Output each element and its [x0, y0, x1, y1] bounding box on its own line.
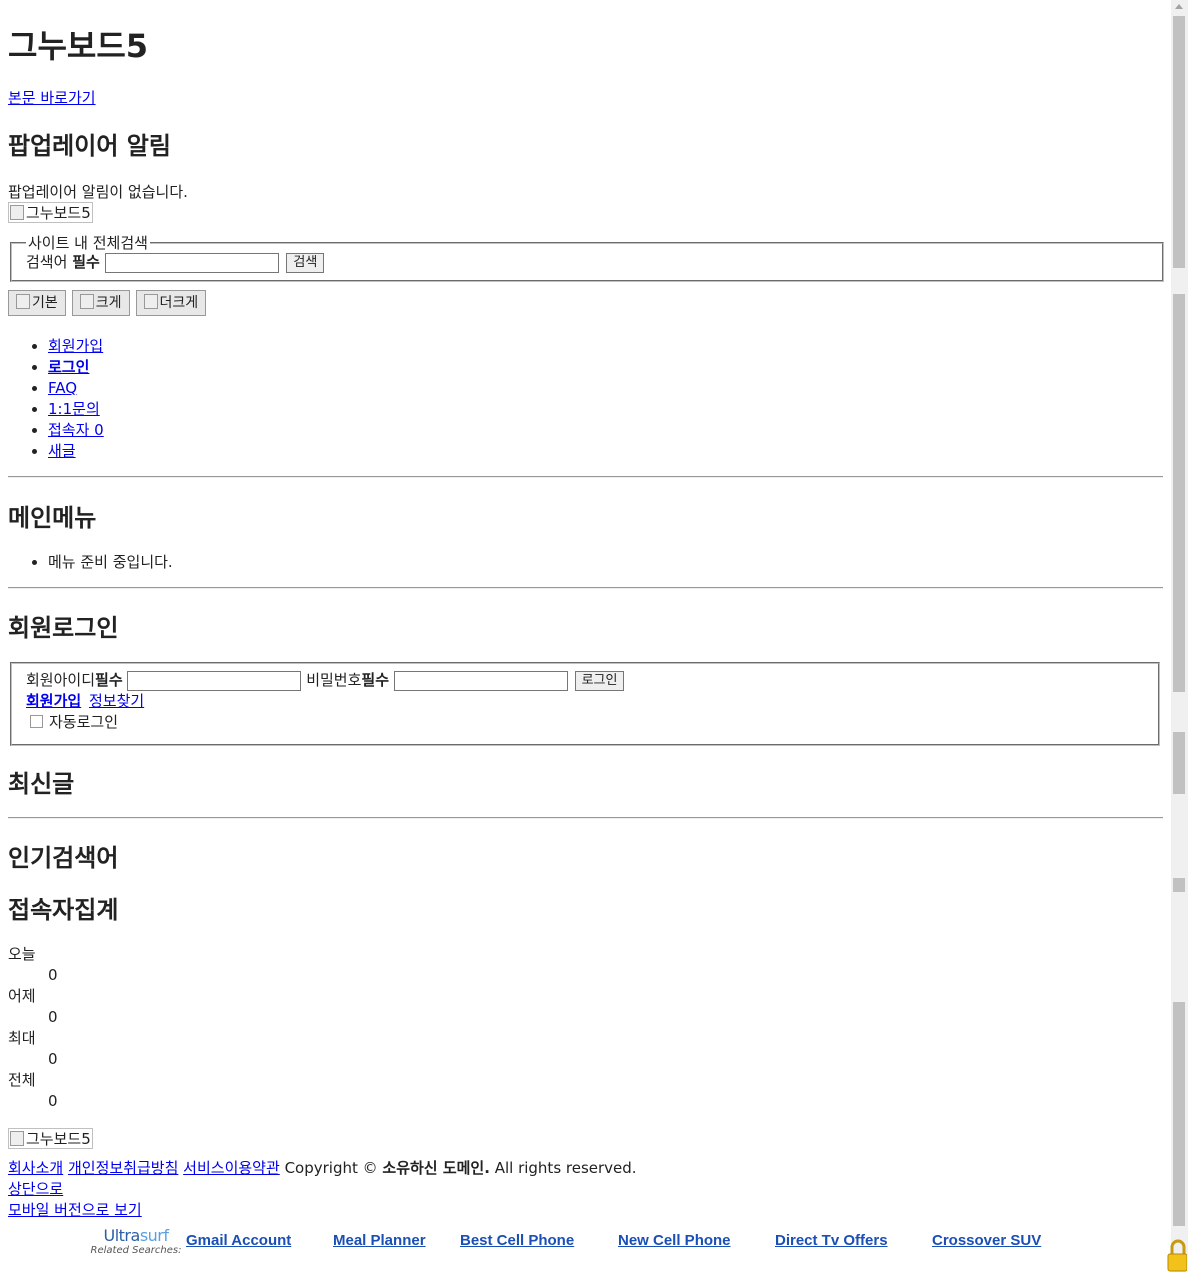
scroll-up-arrow-icon[interactable]: [1175, 4, 1183, 9]
login-pw-input[interactable]: [393, 670, 568, 691]
lock-icon: [1167, 1239, 1187, 1272]
visitor-stat-value: 0: [48, 1050, 58, 1068]
visitor-stat-label: 전체: [8, 1071, 36, 1089]
copyright-suffix: All rights reserved.: [489, 1159, 637, 1177]
privacy-link[interactable]: 개인정보취급방침: [68, 1159, 178, 1177]
related-searches-caption: Related Searches:: [90, 1245, 182, 1256]
auto-login-checkbox[interactable]: [30, 715, 43, 728]
search-legend: 사이트 내 전체검색: [28, 234, 148, 252]
login-form: 회원아이디필수 비밀번호필수 로그인 회원가입 정보찾기 자동로그인: [10, 662, 1160, 746]
latest-heading: 최신글: [8, 770, 75, 798]
footer-links: 회사소개 개인정보취급방침 서비스이용약관 Copyright © 소유하신 도…: [8, 1158, 637, 1179]
main-menu-list: 메뉴 준비 중입니다.: [8, 552, 173, 573]
mobile-version-link[interactable]: 모바일 버전으로 보기: [8, 1200, 142, 1221]
visitors-link[interactable]: 접속자 0: [48, 421, 104, 439]
related-link-new-phone[interactable]: New Cell Phone: [618, 1232, 731, 1249]
related-link-meal[interactable]: Meal Planner: [333, 1232, 426, 1249]
scrollbar-marker: [1173, 294, 1185, 692]
skip-to-content-link[interactable]: 본문 바로가기: [8, 87, 96, 108]
visitor-stat-value: 0: [48, 1008, 58, 1026]
company-link[interactable]: 회사소개: [8, 1159, 63, 1177]
auto-login-label: 자동로그인: [49, 713, 119, 731]
ultrasurf-logo: Ultrasurf Related Searches:: [88, 1226, 184, 1256]
copyright-owner: 소유하신 도메인.: [382, 1159, 490, 1177]
font-size-controls: 기본 크게 더크게: [8, 290, 210, 316]
broken-image-icon: [10, 205, 24, 220]
visitors-heading: 접속자집계: [8, 896, 119, 924]
login-link[interactable]: 로그인: [48, 358, 89, 376]
qa-link[interactable]: 1:1문의: [48, 400, 100, 418]
related-link-gmail[interactable]: Gmail Account: [186, 1232, 291, 1249]
related-searches-bar: Ultrasurf Related Searches: Gmail Accoun…: [88, 1226, 1088, 1260]
site-logo-link[interactable]: 그누보드5: [8, 202, 93, 223]
footer-logo-image: 그누보드5: [8, 1128, 93, 1149]
font-xlarge-button[interactable]: 더크게: [135, 290, 207, 316]
popular-search-heading: 인기검색어: [8, 844, 119, 872]
terms-link[interactable]: 서비스이용약관: [183, 1159, 280, 1177]
related-link-suv[interactable]: Crossover SUV: [932, 1232, 1041, 1249]
login-pw-label: 비밀번호: [306, 671, 362, 689]
scrollbar-marker: [1173, 878, 1185, 892]
main-menu-heading: 메인메뉴: [8, 504, 97, 532]
search-required-mark: 필수: [72, 253, 100, 271]
footer-logo: 그누보드5: [8, 1128, 93, 1149]
login-button[interactable]: 로그인: [574, 670, 625, 691]
divider: [8, 476, 1163, 478]
scrollbar-marker: [1173, 1002, 1185, 1226]
divider: [8, 817, 1163, 819]
to-top-link[interactable]: 상단으로: [8, 1179, 63, 1200]
vertical-scrollbar[interactable]: [1171, 0, 1188, 1272]
divider: [8, 587, 1163, 589]
copyright-prefix: Copyright ©: [284, 1159, 383, 1177]
search-label: 검색어: [26, 253, 68, 271]
related-link-direct-tv[interactable]: Direct Tv Offers: [775, 1232, 888, 1249]
visitor-stat-label: 어제: [8, 987, 36, 1005]
site-logo-image: 그누보드5: [8, 202, 93, 223]
main-menu-item: 메뉴 준비 중입니다.: [48, 552, 173, 573]
top-links: 회원가입 로그인 FAQ 1:1문의 접속자 0 새글: [8, 336, 104, 462]
visitor-stats: 오늘 0 어제 0 최대 0 전체 0: [8, 944, 58, 1112]
search-button[interactable]: 검색: [286, 252, 325, 273]
font-default-button[interactable]: 기본: [8, 290, 66, 316]
scrollbar-thumb[interactable]: [1173, 16, 1185, 268]
new-posts-link[interactable]: 새글: [48, 442, 76, 460]
visitor-stat-value: 0: [48, 966, 58, 984]
site-title: 그누보드5: [8, 27, 149, 65]
visitor-stat-label: 최대: [8, 1029, 36, 1047]
popup-heading: 팝업레이어 알림: [8, 132, 171, 160]
join-link[interactable]: 회원가입: [48, 337, 103, 355]
site-search-form: 사이트 내 전체검색 검색어 필수 검색: [10, 232, 1164, 282]
faq-link[interactable]: FAQ: [48, 379, 77, 397]
scrollbar-marker: [1173, 732, 1185, 794]
login-id-label: 회원아이디: [26, 671, 96, 689]
login-join-link[interactable]: 회원가입: [26, 692, 81, 710]
broken-image-icon: [10, 1131, 24, 1146]
search-input[interactable]: [104, 252, 279, 273]
visitor-stat-value: 0: [48, 1092, 58, 1110]
related-link-best-phone[interactable]: Best Cell Phone: [460, 1232, 574, 1249]
login-pw-required: 필수: [361, 671, 389, 689]
login-id-input[interactable]: [127, 670, 302, 691]
find-info-link[interactable]: 정보찾기: [89, 692, 144, 710]
login-heading: 회원로그인: [8, 614, 119, 642]
font-large-button[interactable]: 크게: [71, 290, 130, 316]
login-id-required: 필수: [95, 671, 123, 689]
visitor-stat-label: 오늘: [8, 945, 36, 963]
popup-empty-text: 팝업레이어 알림이 없습니다.: [8, 183, 188, 201]
